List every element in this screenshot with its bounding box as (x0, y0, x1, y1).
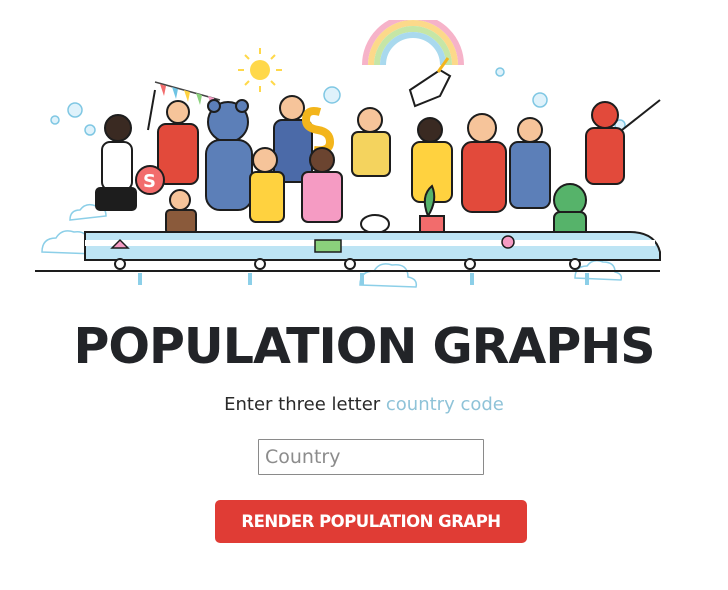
country-input[interactable] (258, 439, 484, 475)
train-illustration (35, 231, 661, 285)
instruction-prefix: Enter three letter (224, 394, 386, 415)
hero-illustration: S (35, 20, 661, 288)
page-title: POPULATION GRAPHS (73, 318, 655, 375)
sun-icon (238, 48, 282, 92)
svg-text:S: S (143, 171, 156, 192)
render-population-graph-button[interactable]: RENDER POPULATION GRAPH (215, 500, 527, 543)
crowd-illustration: S (95, 57, 661, 239)
instruction-text: Enter three letter country code (0, 394, 728, 415)
country-code-link[interactable]: country code (386, 394, 504, 415)
